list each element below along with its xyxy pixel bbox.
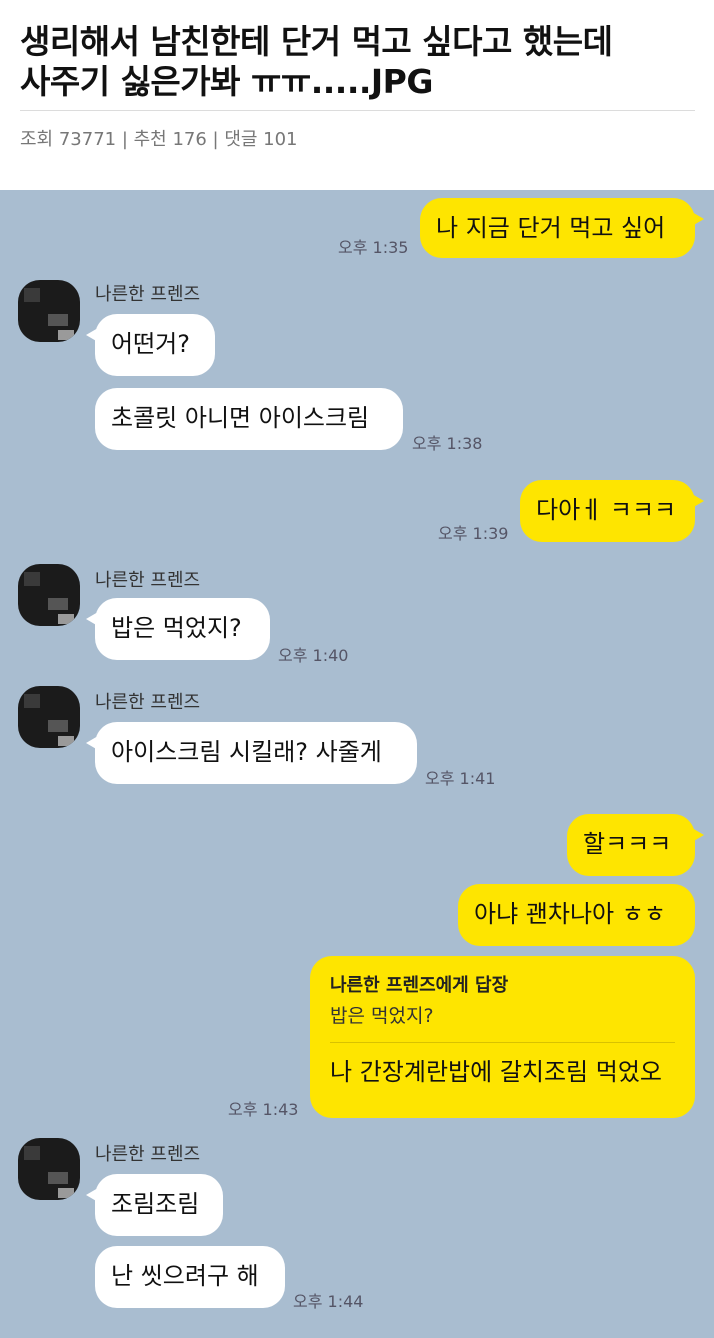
chat-screenshot: 오후 1:35 나 지금 단거 먹고 싶어 나른한 프렌즈 어떤거? 초콜릿 아… bbox=[0, 190, 714, 1338]
friend-avatar[interactable] bbox=[18, 564, 80, 626]
incoming-message-bubble: 밥은 먹었지? bbox=[86, 598, 270, 660]
sender-name: 나른한 프렌즈 bbox=[95, 692, 201, 713]
post-page: 생리해서 남친한테 단거 먹고 싶다고 했는데 사주기 싫은가봐 ㅠㅠ.....… bbox=[0, 0, 714, 1338]
incoming-message-bubble: 조림조림 bbox=[86, 1174, 223, 1236]
message-time: 오후 1:35 bbox=[338, 238, 409, 257]
sender-name: 나른한 프렌즈 bbox=[95, 570, 201, 591]
reply-quote: 밥은 먹었지? bbox=[330, 1005, 434, 1027]
message-time: 오후 1:43 bbox=[228, 1100, 299, 1119]
post-title-line-1: 생리해서 남친한테 단거 먹고 싶다고 했는데 bbox=[20, 22, 613, 61]
message-time: 오후 1:44 bbox=[293, 1292, 364, 1311]
friend-avatar[interactable] bbox=[18, 1138, 80, 1200]
message-time: 오후 1:41 bbox=[425, 769, 496, 788]
post-title-line-2: 사주기 싫은가봐 ㅠㅠ.....JPG bbox=[20, 62, 433, 101]
outgoing-message-bubble: 아냐 괜차나아 ㅎㅎ bbox=[458, 884, 695, 946]
reply-message-bubble: 나른한 프렌즈에게 답장 밥은 먹었지? 나 간장계란밥에 갈치조림 먹었오 bbox=[310, 956, 695, 1118]
post-meta: 조회 73771 | 추천 176 | 댓글 101 bbox=[20, 129, 298, 150]
message-time: 오후 1:38 bbox=[412, 434, 483, 453]
outgoing-message-bubble: 나 지금 단거 먹고 싶어 bbox=[420, 198, 704, 258]
post-title: 생리해서 남친한테 단거 먹고 싶다고 했는데 사주기 싫은가봐 ㅠㅠ.....… bbox=[20, 22, 700, 102]
sender-name: 나른한 프렌즈 bbox=[95, 1144, 201, 1165]
incoming-message-bubble: 어떤거? bbox=[86, 314, 215, 376]
outgoing-message-bubble: 할ㅋㅋㅋ bbox=[567, 814, 704, 876]
message-time: 오후 1:40 bbox=[278, 646, 349, 665]
incoming-message-bubble: 아이스크림 시킬래? 사줄게 bbox=[86, 722, 417, 784]
message-time: 오후 1:39 bbox=[438, 524, 509, 543]
incoming-message-bubble: 초콜릿 아니면 아이스크림 bbox=[95, 388, 403, 450]
outgoing-message-bubble: 다아ㅔ ㅋㅋㅋ bbox=[520, 480, 704, 542]
reply-divider bbox=[330, 1042, 675, 1043]
title-divider bbox=[20, 110, 695, 111]
incoming-message-bubble: 난 씻으려구 해 bbox=[95, 1246, 285, 1308]
reply-header: 나른한 프렌즈에게 답장 bbox=[330, 975, 509, 996]
friend-avatar[interactable] bbox=[18, 686, 80, 748]
friend-avatar[interactable] bbox=[18, 280, 80, 342]
reply-message-text: 나 간장계란밥에 갈치조림 먹었오 bbox=[330, 1058, 663, 1086]
sender-name: 나른한 프렌즈 bbox=[95, 284, 201, 305]
post-header: 생리해서 남친한테 단거 먹고 싶다고 했는데 사주기 싫은가봐 ㅠㅠ.....… bbox=[0, 0, 714, 190]
